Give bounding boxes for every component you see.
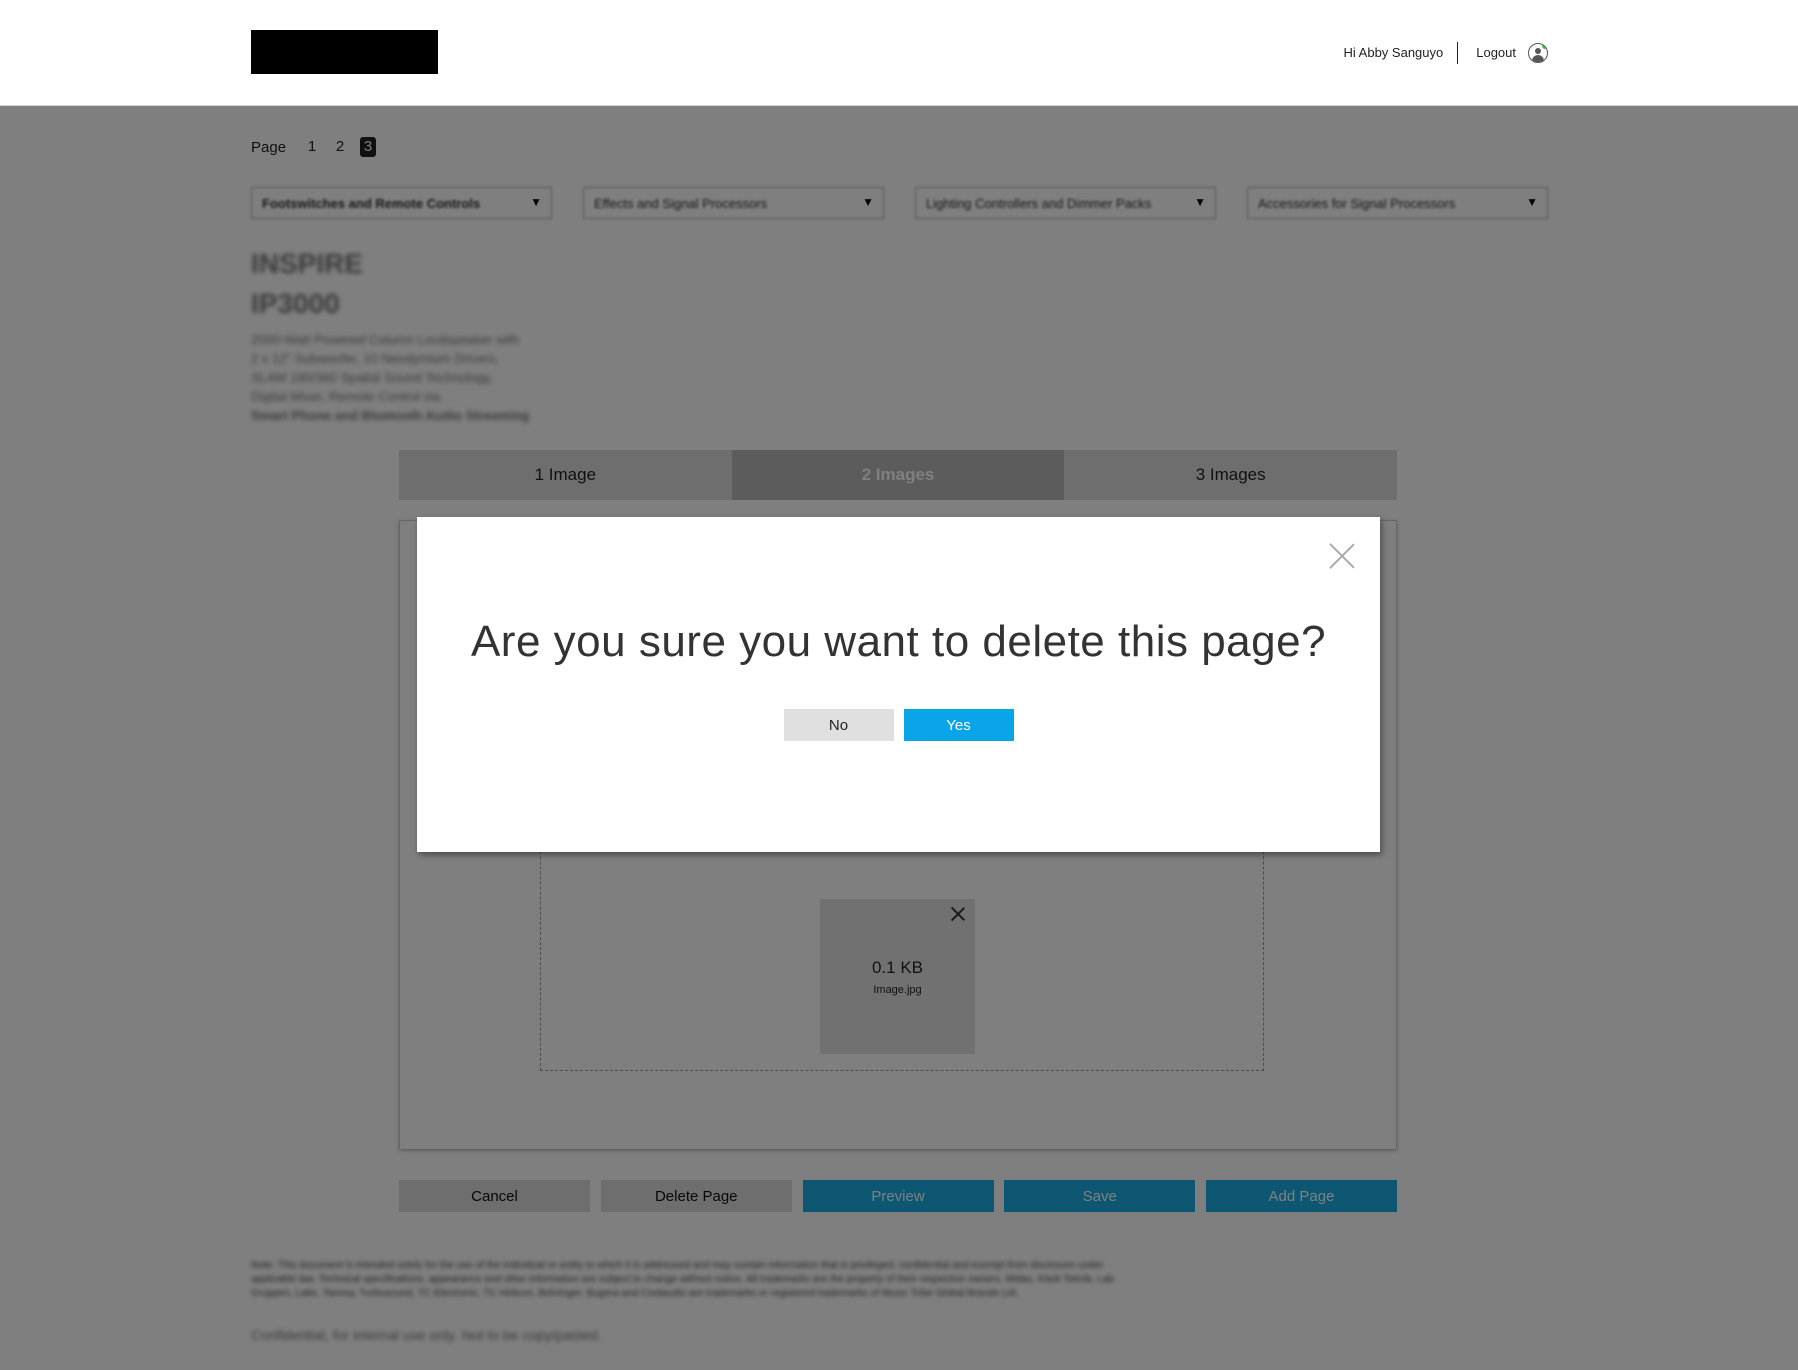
yes-button[interactable]: Yes <box>903 709 1014 741</box>
close-icon[interactable] <box>1329 542 1355 568</box>
user-greeting: Hi Abby Sanguyo <box>1344 42 1459 64</box>
delete-confirm-dialog: Are you sure you want to delete this pag… <box>417 517 1380 852</box>
top-header: Hi Abby Sanguyo Logout <box>0 0 1798 106</box>
online-status-dot <box>1542 44 1547 49</box>
user-area: Hi Abby Sanguyo Logout <box>1344 40 1548 66</box>
logout-link[interactable]: Logout <box>1458 42 1528 64</box>
dialog-buttons: No Yes <box>417 709 1380 741</box>
user-avatar-icon[interactable] <box>1528 43 1548 63</box>
no-button[interactable]: No <box>783 709 894 741</box>
brand-logo[interactable] <box>251 30 438 74</box>
dialog-title: Are you sure you want to delete this pag… <box>470 617 1327 666</box>
